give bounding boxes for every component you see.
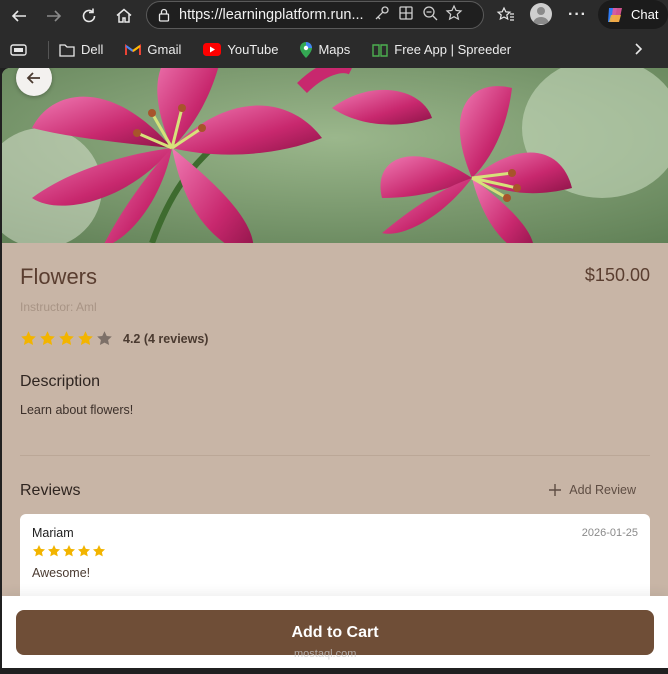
chevron-right-icon[interactable] [632, 42, 644, 56]
course-description: Learn about flowers! [20, 403, 134, 417]
copilot-icon [605, 5, 625, 25]
home-icon[interactable] [110, 2, 138, 30]
youtube-icon [203, 43, 222, 56]
review-stars [32, 544, 638, 558]
description-heading: Description [20, 373, 101, 390]
chat-label: Chat [631, 7, 659, 22]
star-icon [32, 544, 46, 558]
star-icon [39, 330, 56, 347]
bookmark-dell[interactable]: Dell [59, 42, 103, 57]
copilot-chat-button[interactable]: Chat [598, 0, 668, 29]
refresh-icon[interactable] [75, 2, 103, 30]
star-icon [92, 544, 106, 558]
star-icon [62, 544, 76, 558]
section-divider [20, 455, 650, 456]
add-review-label: Add Review [569, 483, 636, 497]
bookmark-spreeder[interactable]: Free App | Spreeder [372, 42, 511, 57]
star-icon [77, 544, 91, 558]
bookmarks-bar: Dell Gmail YouTube Maps Free App | Spree… [0, 31, 668, 68]
bookmarks-divider [48, 40, 49, 59]
watermark: mostaql.com [294, 648, 357, 660]
zoom-icon[interactable] [421, 4, 439, 27]
rating-text: 4.2 (4 reviews) [123, 331, 209, 346]
tab-actions-icon[interactable] [10, 43, 28, 57]
bookmark-label: YouTube [227, 42, 279, 57]
course-price: $150.00 [584, 265, 650, 285]
bookmark-gmail[interactable]: Gmail [125, 42, 181, 57]
reviewer-name: Mariam [32, 526, 74, 540]
back-arrow-icon[interactable] [5, 2, 33, 30]
gmail-icon [125, 43, 142, 56]
star-icon [96, 330, 113, 347]
course-title: Flowers [20, 264, 98, 289]
course-hero-image [2, 68, 668, 243]
star-icon [20, 330, 37, 347]
favorite-star-icon[interactable] [445, 4, 463, 27]
review-date: 2026-01-25 [581, 527, 638, 539]
star-icon [58, 330, 75, 347]
url-text[interactable]: https://learningplatform.run... [179, 7, 365, 23]
arrow-left-icon [26, 70, 42, 86]
star-icon [47, 544, 61, 558]
bookmark-maps[interactable]: Maps [300, 41, 351, 58]
address-bar[interactable]: https://learningplatform.run... [146, 1, 484, 29]
lock-icon [157, 8, 171, 22]
extensions-icon[interactable] [397, 4, 415, 27]
profile-avatar[interactable] [530, 3, 552, 25]
star-icon [77, 330, 94, 347]
bookmark-youtube[interactable]: YouTube [203, 42, 278, 57]
favorites-list-icon[interactable] [496, 5, 516, 30]
maps-pin-icon [300, 41, 313, 58]
review-card: Mariam 2026-01-25 Awesome! [20, 514, 650, 604]
course-instructor: Instructor: Aml [20, 300, 97, 314]
key-icon[interactable] [373, 4, 391, 27]
add-review-button[interactable]: Add Review [549, 483, 636, 497]
forward-arrow-icon[interactable] [40, 2, 68, 30]
reviews-heading: Reviews [20, 482, 81, 499]
plus-icon [549, 484, 562, 496]
course-rating: 4.2 (4 reviews) [20, 330, 208, 347]
folder-icon [59, 43, 75, 57]
bookmark-label: Gmail [147, 42, 182, 57]
bookmark-label: Dell [81, 42, 104, 57]
bookmark-label: Maps [318, 42, 351, 57]
bookmark-label: Free App | Spreeder [394, 42, 512, 57]
book-icon [372, 43, 388, 57]
more-menu-icon[interactable]: ··· [568, 6, 587, 24]
course-page: Flowers $150.00 Instructor: Aml 4.2 (4 r… [2, 68, 668, 668]
review-comment: Awesome! [32, 566, 91, 580]
